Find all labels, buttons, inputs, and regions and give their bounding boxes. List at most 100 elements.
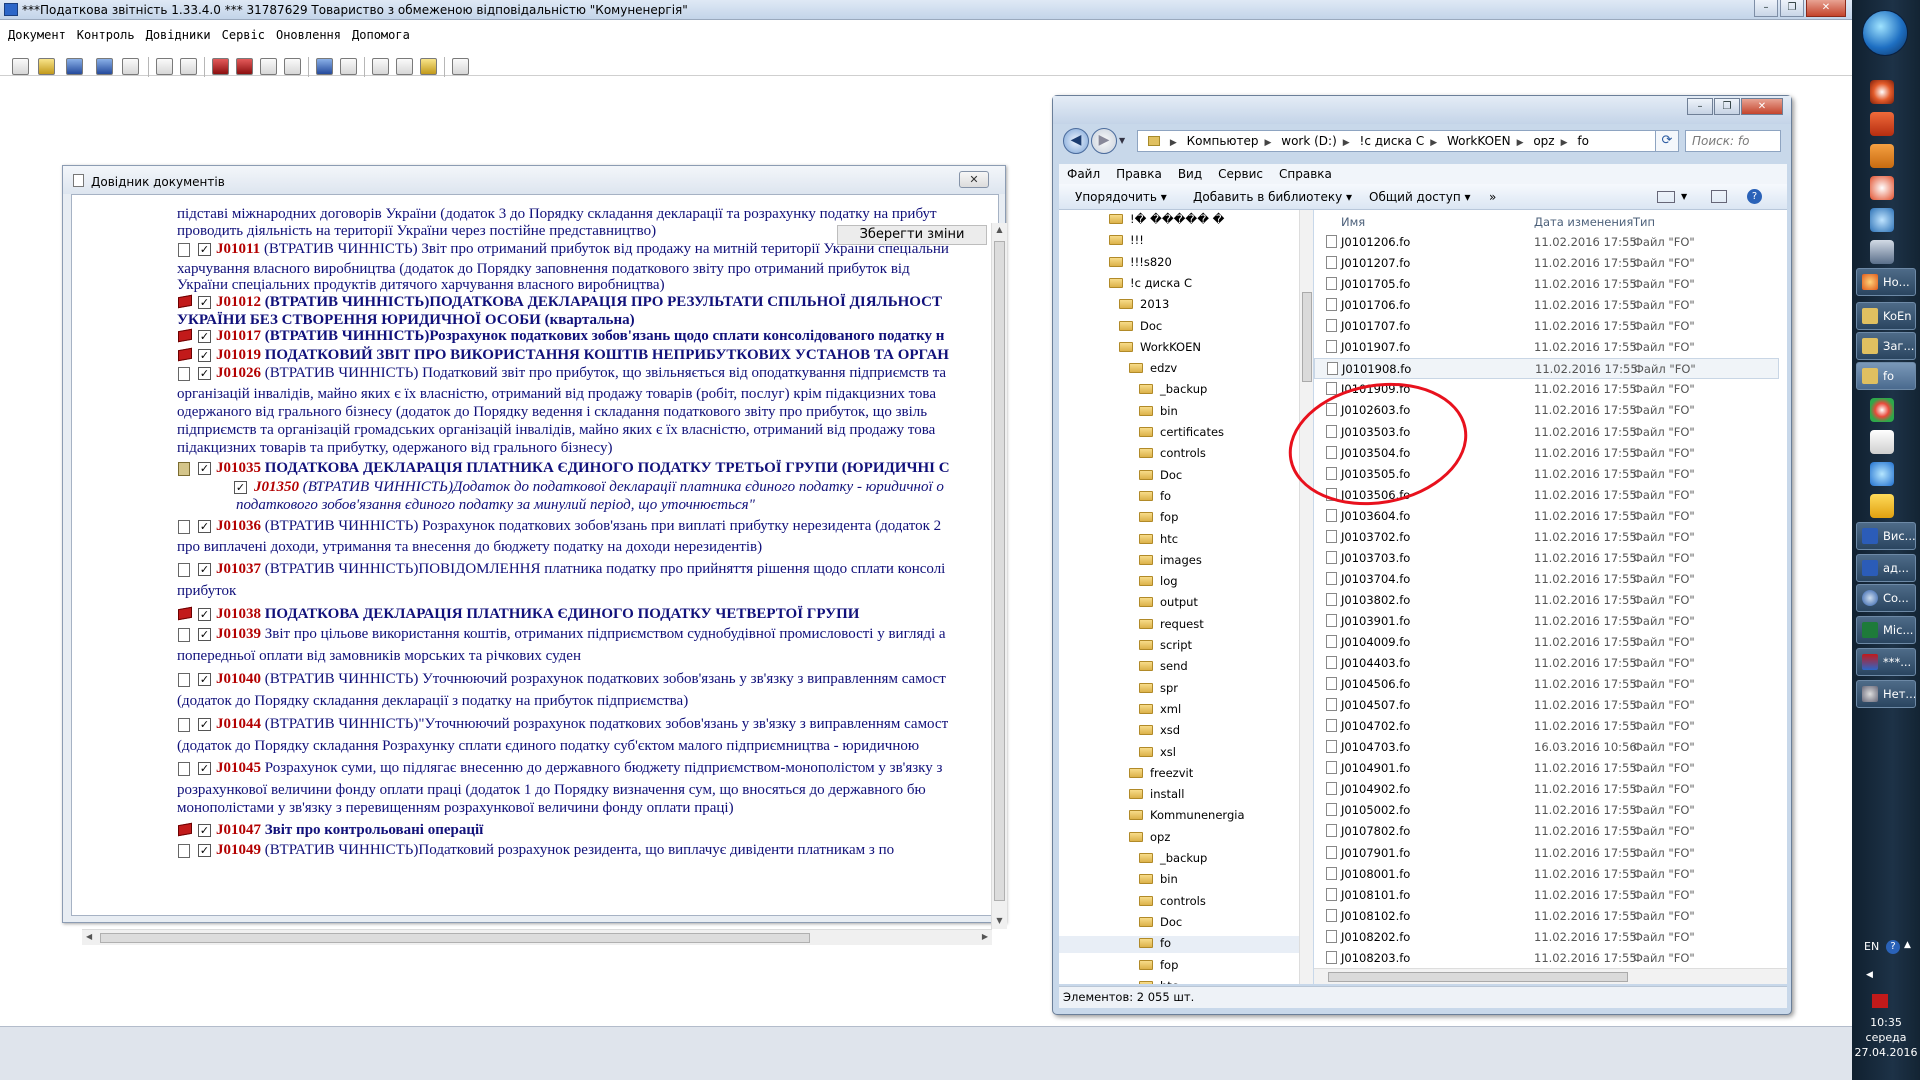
task-button[interactable]: ***... — [1856, 648, 1916, 676]
breadcrumb-drive[interactable]: work (D:) — [1281, 134, 1337, 148]
file-row[interactable]: J0101908.fo 11.02.2016 17:55 Файл "FO" — [1314, 358, 1779, 380]
file-row[interactable]: J0101207.fo 11.02.2016 17:55 Файл "FO" — [1314, 253, 1779, 274]
menu-help[interactable]: Справка — [1271, 164, 1340, 181]
scroll-up-icon[interactable]: ▲ — [994, 225, 1005, 236]
document-entry[interactable]: J01038 ПОДАТКОВА ДЕКЛАРАЦІЯ ПЛАТНИКА ЄДИ… — [216, 605, 859, 624]
file-row[interactable]: J0103901.fo 11.02.2016 17:55 Файл "FO" — [1314, 611, 1779, 632]
breadcrumb-c-disk[interactable]: !c диска C — [1360, 134, 1425, 148]
menu-control[interactable]: Контроль — [69, 26, 138, 42]
document-entry[interactable]: J01035 ПОДАТКОВА ДЕКЛАРАЦІЯ ПЛАТНИКА ЄДИ… — [216, 459, 950, 478]
tree-folder[interactable]: xsl — [1059, 745, 1299, 762]
save-all-icon[interactable] — [96, 58, 113, 75]
tree-folder[interactable]: Kommunenergia — [1059, 808, 1299, 825]
pinned-app-icon[interactable] — [1870, 208, 1894, 232]
document-checkbox[interactable]: ✓ — [198, 349, 211, 362]
menu-document[interactable]: Документ — [0, 26, 69, 42]
tree-folder[interactable]: fop — [1059, 510, 1299, 527]
document-checkbox[interactable]: ✓ — [198, 824, 211, 837]
tree-folder[interactable]: script — [1059, 638, 1299, 655]
column-type[interactable]: Тип — [1633, 215, 1655, 229]
view-options-icon[interactable] — [1657, 191, 1675, 203]
file-row[interactable]: J0101206.fo 11.02.2016 17:55 Файл "FO" — [1314, 232, 1779, 253]
files-hscrollbar[interactable] — [1314, 968, 1787, 984]
file-row[interactable]: J0108001.fo 11.02.2016 17:55 Файл "FO" — [1314, 864, 1779, 885]
document-checkbox[interactable]: ✓ — [198, 608, 211, 621]
home-icon[interactable] — [212, 58, 229, 75]
tree-folder[interactable]: xml — [1059, 702, 1299, 719]
menu-edit[interactable]: Правка — [1108, 164, 1170, 181]
document-entry[interactable]: J01040 (ВТРАТИВ ЧИННІСТЬ) Уточнюючий роз… — [216, 670, 946, 689]
document-entry[interactable]: J01036 (ВТРАТИВ ЧИННІСТЬ) Розрахунок под… — [216, 517, 941, 536]
file-row[interactable]: J0108203.fo 11.02.2016 17:55 Файл "FO" — [1314, 948, 1779, 969]
scroll-thumb[interactable] — [994, 241, 1005, 901]
task-button[interactable]: Mic... — [1856, 616, 1916, 644]
vertical-scrollbar[interactable]: ▲ ▼ — [991, 223, 1007, 929]
tree-folder[interactable]: !c диска C — [1059, 276, 1299, 293]
tree-folder[interactable]: fo — [1059, 936, 1299, 954]
tools-icon[interactable] — [156, 58, 173, 75]
grid-icon[interactable] — [396, 58, 413, 75]
search-input[interactable]: Поиск: fo — [1685, 130, 1781, 152]
tree-scrollbar[interactable] — [1299, 210, 1313, 984]
document-checkbox[interactable]: ✓ — [198, 844, 211, 857]
refresh-icon[interactable]: ⟳ — [1655, 130, 1679, 152]
calculator-icon[interactable] — [180, 58, 197, 75]
file-row[interactable]: J0107901.fo 11.02.2016 17:55 Файл "FO" — [1314, 843, 1779, 864]
file-row[interactable]: J0103704.fo 11.02.2016 17:55 Файл "FO" — [1314, 569, 1779, 590]
key-icon[interactable] — [420, 58, 437, 75]
hscroll-thumb[interactable] — [100, 933, 810, 943]
tree-folder[interactable]: htc — [1059, 532, 1299, 549]
tree-folder[interactable]: Doc — [1059, 915, 1299, 932]
back-icon[interactable]: ◀ — [1063, 128, 1089, 154]
document-entry[interactable]: J01044 (ВТРАТИВ ЧИННІСТЬ)"Уточнюючий роз… — [216, 715, 948, 734]
tree-folder[interactable]: fo — [1059, 489, 1299, 506]
tree-folder[interactable]: WorkKOEN — [1059, 340, 1299, 357]
start-button[interactable] — [1862, 10, 1908, 56]
task-button[interactable]: Нет... — [1856, 680, 1916, 708]
tree-folder[interactable]: Doc — [1059, 468, 1299, 485]
file-row[interactable]: J0103702.fo 11.02.2016 17:55 Файл "FO" — [1314, 527, 1779, 548]
forward-icon[interactable]: ▶ — [1091, 128, 1117, 154]
address-bar[interactable]: ▶ Компьютер ▶ work (D:) ▶ !c диска C ▶ Work… — [1137, 130, 1667, 152]
document-entry[interactable]: J01047 Звіт про контрольовані операції — [216, 821, 483, 840]
document-entry[interactable]: J01017 (ВТРАТИВ ЧИННІСТЬ)Розрахунок пода… — [216, 327, 944, 346]
file-row[interactable]: J0104902.fo 11.02.2016 17:55 Файл "FO" — [1314, 779, 1779, 800]
tree-folder[interactable]: edzv — [1059, 361, 1299, 378]
task-button[interactable]: KoEn — [1856, 302, 1916, 330]
tree-folder[interactable]: !!!s820 — [1059, 255, 1299, 272]
explorer-maximize-button[interactable]: ❐ — [1714, 98, 1740, 115]
tree-folder[interactable]: certificates — [1059, 425, 1299, 442]
tree-folder[interactable]: controls — [1059, 446, 1299, 463]
task-button[interactable]: ад... — [1856, 554, 1916, 582]
print-icon[interactable] — [122, 58, 139, 75]
document-checkbox[interactable]: ✓ — [198, 762, 211, 775]
document-entry[interactable]: J01045 Розрахунок суми, що підлягає внес… — [216, 759, 942, 778]
share-button[interactable]: Общий доступ ▾ — [1369, 190, 1471, 204]
task-button[interactable]: Заг... — [1856, 332, 1916, 360]
directory-close-button[interactable]: ✕ — [959, 171, 989, 188]
preview-pane-icon[interactable] — [1711, 190, 1727, 203]
save-icon[interactable] — [66, 58, 83, 75]
copy-icon[interactable] — [260, 58, 277, 75]
tree-folder[interactable]: send — [1059, 659, 1299, 676]
tree-folder[interactable]: controls — [1059, 894, 1299, 911]
tree-folder[interactable]: htc — [1059, 979, 1299, 984]
restore-button[interactable]: ❐ — [1780, 0, 1804, 17]
file-row[interactable]: J0107802.fo 11.02.2016 17:55 Файл "FO" — [1314, 821, 1779, 842]
menu-service[interactable]: Сервіс — [214, 26, 268, 42]
tree-folder[interactable]: 2013 — [1059, 297, 1299, 314]
document-checkbox[interactable]: ✓ — [198, 718, 211, 731]
file-row[interactable]: J0105002.fo 11.02.2016 17:55 Файл "FO" — [1314, 800, 1779, 821]
close-button[interactable]: ✕ — [1806, 0, 1846, 17]
document-checkbox[interactable]: ✓ — [198, 296, 211, 309]
document-checkbox[interactable]: ✓ — [234, 481, 247, 494]
task-button[interactable]: Вис... — [1856, 522, 1916, 550]
document-entry[interactable]: J01026 (ВТРАТИВ ЧИННІСТЬ) Податковий зві… — [216, 364, 946, 383]
help-icon[interactable]: ? — [1747, 189, 1762, 204]
tree-folder[interactable]: _backup — [1059, 382, 1299, 399]
menu-directories[interactable]: Довідники — [138, 26, 214, 42]
document-entry[interactable]: J01037 (ВТРАТИВ ЧИННІСТЬ)ПОВІДОМЛЕННЯ пл… — [216, 560, 945, 579]
pinned-app-icon[interactable] — [1870, 176, 1894, 200]
organize-button[interactable]: Упорядочить ▾ — [1075, 190, 1167, 204]
document-checkbox[interactable]: ✓ — [198, 628, 211, 641]
